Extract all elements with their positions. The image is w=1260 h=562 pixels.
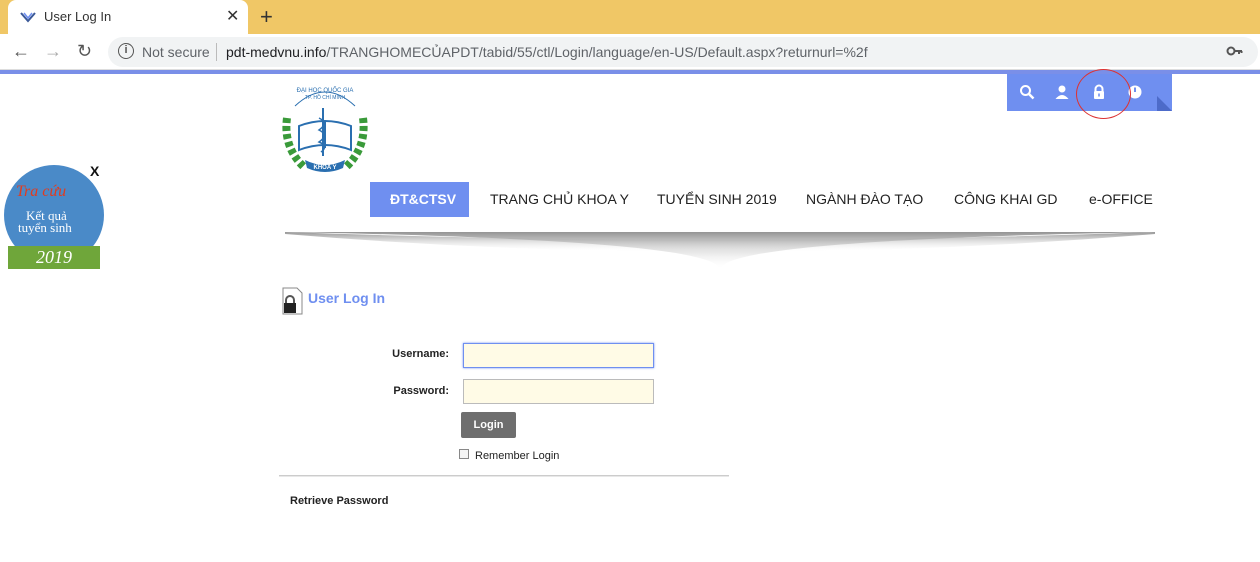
username-field[interactable] [463, 343, 654, 368]
url-separator [216, 43, 217, 61]
nav-item-trang-chu-khoa-y[interactable]: TRANG CHỦ KHOA Y [470, 182, 649, 217]
faculty-logo[interactable]: ĐẠI HỌC QUỐC GIA TP. HỒ CHÍ MINH KHOA Y [273, 78, 377, 178]
header-bar-fold [1157, 96, 1172, 111]
browser-tab[interactable]: User Log In ✕ [8, 0, 248, 34]
divider [279, 475, 729, 477]
nav-item-label: TRANG CHỦ KHOA Y [490, 191, 629, 207]
url-text[interactable]: pdt-medvnu.info/TRANGHOMECỦAPDT/tabid/55… [226, 44, 868, 60]
remember-login-checkbox[interactable] [459, 449, 469, 459]
nav-item-cong-khai-gd[interactable]: CÔNG KHAI GD [934, 182, 1077, 217]
search-icon[interactable] [1019, 84, 1035, 100]
nav-item-label: ĐT&CTSV [390, 191, 457, 207]
ad-close-button[interactable]: X [90, 163, 99, 179]
info-icon[interactable]: i [118, 43, 134, 59]
ad-year: 2019 [8, 246, 100, 269]
nav-item-e-office[interactable]: e-OFFICE [1069, 182, 1173, 217]
lock-document-icon [282, 287, 303, 315]
svg-text:ĐẠI HỌC QUỐC GIA: ĐẠI HỌC QUỐC GIA [297, 87, 354, 94]
new-tab-button[interactable]: + [260, 4, 273, 30]
url-path: /TRANGHOMECỦAPDT/tabid/55/ctl/Login/lang… [326, 44, 868, 60]
nav-item-label: NGÀNH ĐÀO TẠO [806, 191, 924, 207]
remember-login-label[interactable]: Remember Login [475, 450, 559, 462]
page-title: User Log In [308, 290, 386, 306]
nav-item-label: e-OFFICE [1089, 191, 1153, 207]
nav-item-dtctsv[interactable]: ĐT&CTSV [370, 182, 469, 217]
nav-item-tuyen-sinh-2019[interactable]: TUYỂN SINH 2019 [637, 182, 797, 217]
tab-title: User Log In [44, 9, 112, 24]
highlight-circle [1076, 69, 1131, 119]
ad-text: Tra cứu [16, 183, 67, 200]
url-field[interactable]: i Not secure pdt-medvnu.info/TRANGHOMECỦ… [108, 37, 1258, 67]
ad-text: tuyển sinh [18, 220, 72, 235]
site-favicon-icon [20, 12, 36, 23]
forward-button[interactable]: → [44, 41, 62, 62]
password-field[interactable] [463, 379, 654, 404]
back-button[interactable]: ← [12, 41, 30, 62]
nav-item-label: CÔNG KHAI GD [954, 191, 1058, 207]
reload-button[interactable]: ↻ [77, 41, 92, 62]
close-tab-icon[interactable]: ✕ [226, 6, 239, 26]
nav-item-label: TUYỂN SINH 2019 [657, 191, 777, 207]
user-icon[interactable] [1054, 84, 1070, 100]
svg-text:KHOA Y: KHOA Y [313, 165, 336, 171]
browser-tab-bar: User Log In ✕ + [0, 0, 1260, 34]
login-button[interactable]: Login [461, 412, 516, 438]
retrieve-password-link[interactable]: Retrieve Password [290, 495, 388, 507]
username-label: Username: [392, 348, 449, 360]
nav-shadow [285, 232, 1155, 270]
security-label[interactable]: Not secure [142, 44, 210, 60]
key-icon[interactable] [1226, 42, 1244, 60]
password-label: Password: [393, 385, 449, 397]
address-bar: ← → ↻ i Not secure pdt-medvnu.info/TRANG… [0, 34, 1260, 70]
url-domain: pdt-medvnu.info [226, 44, 327, 60]
nav-item-nganh-dao-tao[interactable]: NGÀNH ĐÀO TẠO [786, 182, 943, 217]
svg-text:TP. HỒ CHÍ MINH: TP. HỒ CHÍ MINH [305, 94, 346, 101]
